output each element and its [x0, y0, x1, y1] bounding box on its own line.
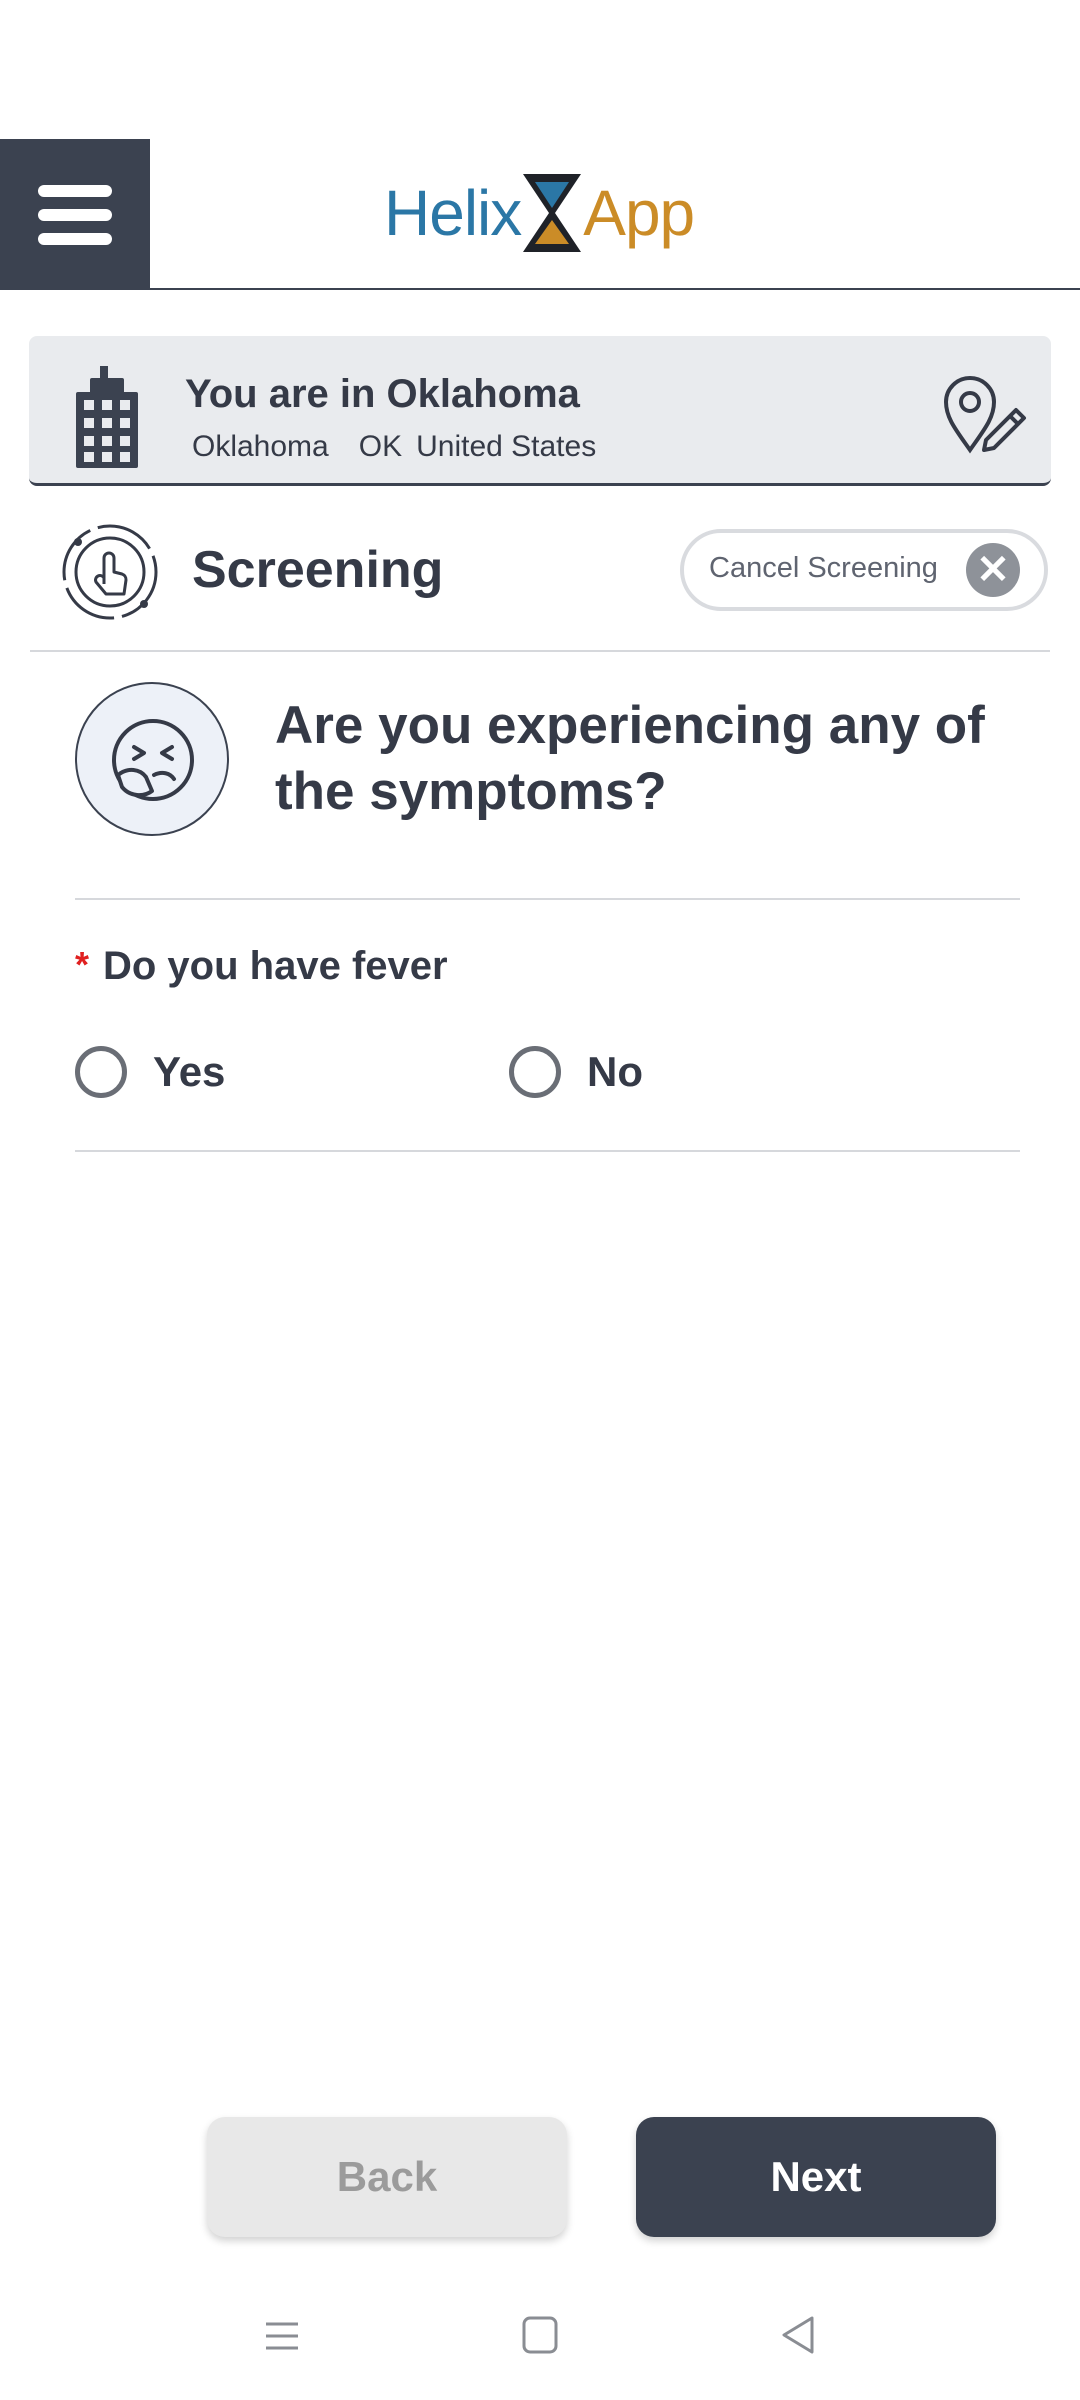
question-text: Are you experiencing any of the symptoms… — [275, 696, 985, 821]
radio-label-no[interactable]: No — [587, 1048, 643, 1096]
radio-button-no[interactable] — [509, 1046, 561, 1098]
radio-option-no[interactable]: No — [509, 1046, 643, 1098]
hourglass-logo-icon — [523, 174, 582, 252]
radio-option-yes[interactable]: Yes — [75, 1046, 225, 1098]
location-state: OK — [358, 430, 403, 463]
radio-label-yes[interactable]: Yes — [153, 1048, 225, 1096]
field-divider — [75, 1150, 1020, 1152]
screening-title: Screening — [192, 541, 444, 599]
app-logo: Helix App — [384, 168, 695, 258]
home-icon[interactable] — [520, 2314, 560, 2356]
logo-text-app: App — [583, 177, 695, 249]
question-icon-circle — [75, 682, 229, 836]
back-button[interactable]: Back — [207, 2117, 567, 2237]
recent-apps-icon[interactable] — [262, 2316, 302, 2356]
sneezing-face-icon — [112, 719, 194, 801]
location-title: You are in Oklahoma — [185, 372, 580, 416]
menu-button[interactable] — [0, 139, 150, 290]
back-nav-icon[interactable] — [778, 2314, 818, 2356]
question-divider — [75, 898, 1020, 900]
location-country: United States — [416, 430, 597, 463]
logo-text-helix: Helix — [384, 177, 522, 249]
building-icon — [76, 366, 138, 468]
cancel-screening-label[interactable]: Cancel Screening — [709, 552, 938, 585]
location-details: Oklahoma OK United States — [192, 430, 626, 464]
location-city: Oklahoma — [192, 430, 329, 463]
close-circle-icon[interactable]: ✕ — [966, 543, 1020, 597]
next-button[interactable]: Next — [636, 2117, 996, 2237]
header-divider — [0, 288, 1080, 290]
section-divider — [30, 650, 1050, 652]
required-mark: * — [75, 944, 90, 985]
location-edit-icon[interactable] — [942, 374, 1028, 454]
radio-button-yes[interactable] — [75, 1046, 127, 1098]
fever-question-label: Do you have fever — [103, 944, 448, 988]
screening-touch-icon — [62, 524, 158, 620]
